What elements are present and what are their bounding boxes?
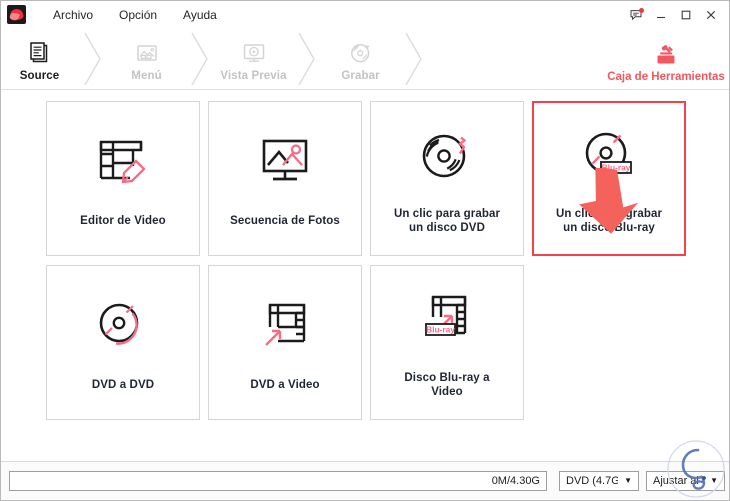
close-icon[interactable] bbox=[700, 5, 722, 25]
fit-mode-dropdown[interactable]: Ajustar al disco ▼ bbox=[646, 471, 725, 491]
step-menu-label: Menú bbox=[131, 69, 162, 82]
card-dvd-a-video[interactable]: DVD a Video bbox=[208, 265, 362, 420]
card-un-clic-bluray[interactable]: Blu-ray Un clic para grabar un disco Blu… bbox=[532, 101, 686, 256]
step-separator-2 bbox=[185, 28, 215, 89]
card-dvd-a-dvd[interactable]: DVD a DVD bbox=[46, 265, 200, 420]
step-separator-3 bbox=[292, 28, 322, 89]
tool-grid-area: Editor de Video Secuencia de Fotos Un cl… bbox=[1, 90, 729, 461]
disc-usage-progress-bar: 0M/4.30G bbox=[9, 471, 547, 491]
card-bluray-a-video[interactable]: Blu-ray Disco Blu-ray a Video bbox=[370, 265, 524, 420]
disc-usage-text: 0M/4.30G bbox=[491, 475, 540, 487]
bluray-to-video-icon: Blu-ray bbox=[415, 283, 479, 357]
chevron-down-icon: ▼ bbox=[624, 476, 632, 485]
card-label: Editor de Video bbox=[80, 214, 166, 227]
film-strip-pencil-icon bbox=[92, 126, 154, 200]
notification-dot bbox=[639, 7, 644, 13]
bluray-burn-icon: Blu-ray bbox=[577, 119, 641, 193]
disc-type-value: DVD (4.7G) bbox=[566, 475, 619, 487]
application-window: Archivo Opción Ayuda Source Menú Vista P… bbox=[0, 0, 730, 501]
card-un-clic-dvd[interactable]: Un clic para grabar un disco DVD bbox=[370, 101, 524, 256]
step-list: Source Menú Vista Previa Grabar bbox=[1, 28, 429, 89]
disc-type-dropdown[interactable]: DVD (4.7G) ▼ bbox=[559, 471, 639, 491]
step-burn-label: Grabar bbox=[341, 69, 380, 82]
svg-text:Blu-ray: Blu-ray bbox=[602, 162, 631, 172]
step-burn[interactable]: Grabar bbox=[322, 28, 399, 89]
chevron-down-icon: ▼ bbox=[710, 476, 718, 485]
step-preview-label: Vista Previa bbox=[220, 69, 287, 82]
step-source[interactable]: Source bbox=[1, 28, 78, 89]
burn-disc-icon bbox=[347, 38, 375, 68]
minimize-icon[interactable] bbox=[650, 5, 672, 25]
maximize-icon[interactable] bbox=[675, 5, 697, 25]
card-label: Un clic para grabar un disco DVD bbox=[393, 207, 501, 234]
window-controls bbox=[625, 5, 729, 25]
monitor-play-icon bbox=[240, 38, 268, 68]
card-label: DVD a Video bbox=[250, 378, 320, 391]
status-bar: 0M/4.30G DVD (4.7G) ▼ Ajustar al disco ▼ bbox=[1, 461, 729, 500]
toolbox-label: Caja de Herramientas bbox=[607, 70, 725, 83]
monitor-photo-icon bbox=[254, 126, 316, 200]
dvd-burn-icon bbox=[416, 119, 478, 193]
app-logo-icon bbox=[7, 5, 26, 24]
photo-gallery-icon bbox=[133, 38, 161, 68]
card-secuencia-de-fotos[interactable]: Secuencia de Fotos bbox=[208, 101, 362, 256]
step-toolbar: Source Menú Vista Previa Grabar Caja de … bbox=[1, 28, 729, 91]
card-editor-de-video[interactable]: Editor de Video bbox=[46, 101, 200, 256]
toolbox-tab[interactable]: Caja de Herramientas bbox=[605, 28, 727, 91]
menu-bar: Archivo Opción Ayuda bbox=[40, 4, 230, 26]
step-menu[interactable]: Menú bbox=[108, 28, 185, 89]
menu-ayuda[interactable]: Ayuda bbox=[170, 4, 230, 26]
step-separator-4 bbox=[399, 28, 429, 89]
fit-mode-value: Ajustar al disco bbox=[653, 475, 704, 487]
dvd-copy-icon bbox=[92, 290, 154, 364]
menu-archivo[interactable]: Archivo bbox=[40, 4, 106, 26]
step-separator-1 bbox=[78, 28, 108, 89]
tool-grid: Editor de Video Secuencia de Fotos Un cl… bbox=[46, 101, 686, 420]
card-label: Secuencia de Fotos bbox=[230, 214, 340, 227]
dvd-to-video-icon bbox=[254, 290, 316, 364]
card-label: Un clic para grabar un disco Blu-ray bbox=[555, 207, 663, 234]
card-label: Disco Blu-ray a Video bbox=[404, 371, 490, 398]
card-label: DVD a DVD bbox=[91, 378, 155, 391]
step-preview[interactable]: Vista Previa bbox=[215, 28, 292, 89]
svg-text:Blu-ray: Blu-ray bbox=[426, 324, 455, 334]
document-stack-icon bbox=[26, 38, 54, 68]
menu-opcion[interactable]: Opción bbox=[106, 4, 170, 26]
chat-feedback-icon[interactable] bbox=[625, 5, 647, 25]
title-bar: Archivo Opción Ayuda bbox=[1, 1, 729, 28]
toolbox-icon bbox=[652, 39, 680, 69]
step-source-label: Source bbox=[19, 69, 60, 82]
